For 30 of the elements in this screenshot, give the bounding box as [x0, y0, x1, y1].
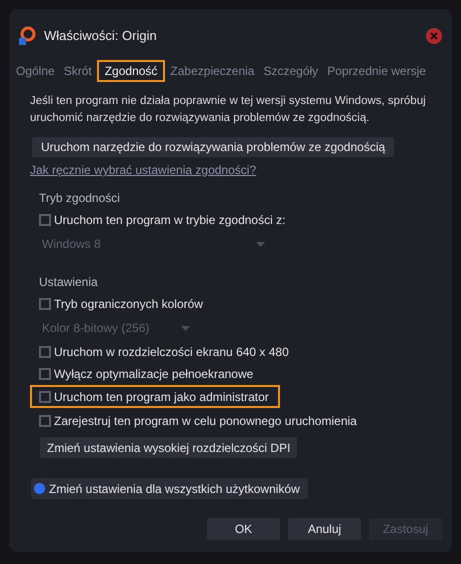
checkbox[interactable]	[39, 390, 51, 402]
checkbox[interactable]	[39, 414, 51, 426]
tab[interactable]: Skrót	[60, 60, 96, 82]
checkbox-label[interactable]: Uruchom ten program jako administrator	[54, 388, 269, 406]
close-icon[interactable]	[426, 28, 442, 44]
window-title: Właściwości: Origin	[44, 27, 157, 46]
group-label: Ustawienia	[39, 274, 98, 291]
group-label: Tryb zgodności	[39, 190, 120, 207]
tab[interactable]: Zgodność	[96, 60, 166, 82]
checkbox[interactable]	[39, 214, 51, 226]
tab[interactable]: Szczegóły	[259, 60, 322, 82]
dpi-settings-button[interactable]: Zmień ustawienia wysokiej rozdzielczości DPI	[40, 437, 298, 458]
checkbox-label[interactable]: Tryb ograniczonych kolorów	[54, 294, 203, 312]
all-users-button[interactable]: Zmień ustawienia dla wszystkich użytkowników	[31, 478, 308, 499]
app-icon	[18, 26, 36, 46]
help-link[interactable]: Jak ręcznie wybrać ustawienia zgodności?	[30, 161, 256, 179]
tab[interactable]: Poprzednie wersje	[323, 60, 430, 82]
dialog-button[interactable]: OK	[207, 518, 280, 540]
intro-text: Jeśli ten program nie działa poprawnie w tej wersji systemu Windows, spróbuj uruchomić narzędzie do rozwiązywania problemów ze zgodnością.	[30, 94, 427, 126]
checkbox-row[interactable]: Uruchom ten program jako administrator	[30, 385, 280, 408]
caret-icon	[181, 326, 190, 330]
checkbox-row[interactable]: Tryb ograniczonych kolorów	[37, 294, 205, 313]
dialog-button[interactable]: Anuluj	[288, 518, 361, 540]
checkbox[interactable]	[39, 298, 51, 310]
caret-icon	[256, 242, 265, 246]
checkbox[interactable]	[39, 346, 51, 358]
checkbox[interactable]	[39, 368, 51, 380]
troubleshoot-button[interactable]: Uruchom narzędzie do rozwiązywania problemów ze zgodnością	[32, 137, 394, 157]
tab[interactable]: Ogólne	[12, 60, 59, 82]
tab[interactable]: Zabezpieczenia	[166, 60, 258, 82]
